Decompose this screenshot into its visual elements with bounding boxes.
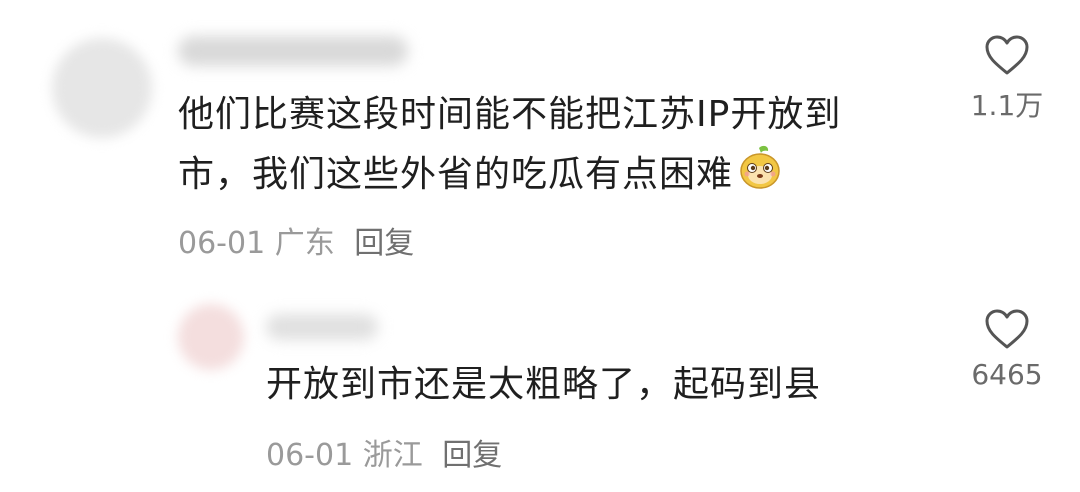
comment-item: 他们比赛这段时间能不能把江苏IP开放到 市，我们这些外省的吃瓜有点困难 06-0… — [0, 0, 1080, 270]
avatar[interactable] — [178, 304, 244, 370]
like-count: 1.1万 — [970, 89, 1044, 122]
reply-button[interactable]: 回复 — [354, 226, 414, 261]
avatar[interactable] — [52, 38, 152, 138]
comment-location: 广东 — [274, 226, 335, 261]
comment-text-segment: 市，我们这些外省的吃瓜有点困难 — [178, 154, 734, 195]
comment-text: 他们比赛这段时间能不能把江苏IP开放到 市，我们这些外省的吃瓜有点困难 — [178, 86, 908, 208]
like-button[interactable]: 1.1万 — [952, 34, 1062, 124]
heart-outline-icon[interactable] — [952, 34, 1062, 76]
comment-date: 06-01 — [178, 226, 266, 261]
melon-face-emoji-icon — [737, 144, 783, 208]
comment-location: 浙江 — [362, 438, 423, 473]
comment-meta: 06-01 广东 回复 — [178, 218, 414, 262]
username-blurred[interactable] — [178, 36, 408, 66]
reply-button[interactable]: 回复 — [442, 438, 502, 473]
reply-comment-item: 开放到市还是太粗略了，起码到县 06-01 浙江 回复 6465 — [0, 290, 1080, 490]
username-blurred[interactable] — [266, 314, 378, 340]
comment-text: 开放到市还是太粗略了，起码到县 — [266, 364, 822, 405]
comment-text-line: 他们比赛这段时间能不能把江苏IP开放到 — [178, 94, 842, 135]
comment-text-line: 市，我们这些外省的吃瓜有点困难 — [178, 144, 908, 208]
comment-meta: 06-01 浙江 回复 — [266, 430, 502, 474]
heart-outline-icon[interactable] — [952, 308, 1062, 350]
like-button[interactable]: 6465 — [952, 308, 1062, 391]
comment-date: 06-01 — [266, 438, 354, 473]
like-count: 6465 — [971, 358, 1043, 391]
